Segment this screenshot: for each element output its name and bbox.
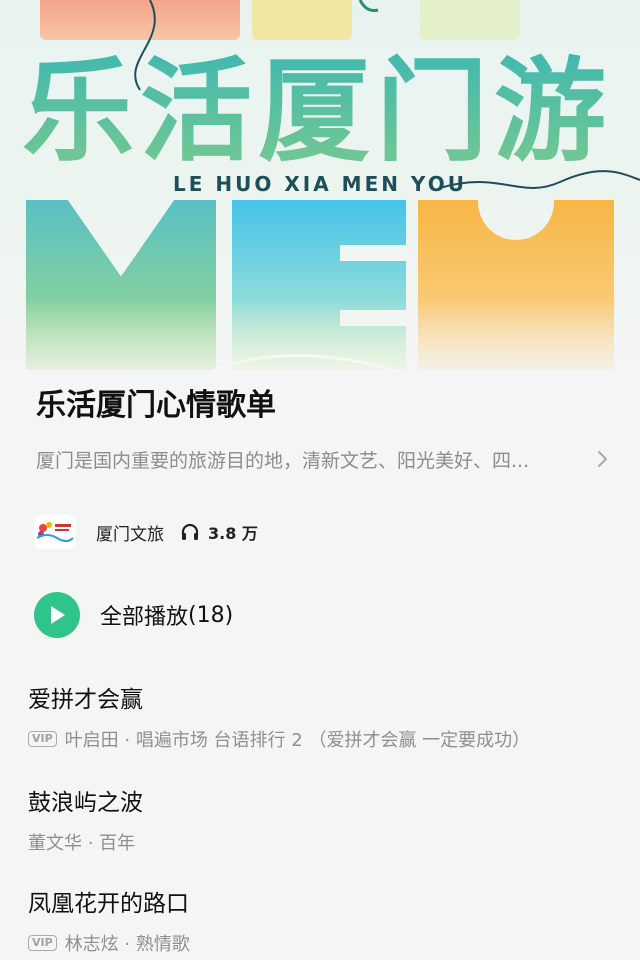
cover-title-art: 乐 活 厦 门 游	[22, 42, 622, 182]
song-meta-row: VIP 叶启田 · 唱遍市场 台语排行 2 （爱拼才会赢 一定要成功）	[28, 726, 628, 752]
song-item-3[interactable]: 凤凰花开的路口 VIP 林志炫 · 熟情歌	[28, 884, 628, 956]
cover-title-char-2: 活	[140, 47, 252, 177]
cover-title-char-1: 乐	[22, 47, 134, 177]
song-title: 凤凰花开的路口	[28, 891, 189, 917]
play-icon[interactable]	[34, 592, 80, 638]
song-item-2[interactable]: 鼓浪屿之波 董文华 · 百年	[28, 783, 628, 855]
cover-title-char-4: 门	[376, 47, 488, 177]
play-all-button[interactable]: 全部播放 (18)	[34, 591, 233, 639]
song-meta-row: 董文华 · 百年	[28, 829, 628, 855]
song-title: 爱拼才会赢	[28, 687, 143, 713]
cover-subtitle: LE HUO XIA MEN YOU	[173, 172, 467, 196]
playlist-description: 厦门是国内重要的旅游目的地，清新文艺、阳光美好、四...	[36, 449, 530, 472]
chevron-right-icon	[596, 450, 610, 468]
playlist-cover: 乐 活 厦 门 游 LE HUO XIA MEN YOU	[0, 0, 640, 440]
song-title: 鼓浪屿之波	[28, 790, 143, 816]
play-count: 3.8 万	[208, 524, 258, 543]
creator-name[interactable]: 厦门文旅	[96, 520, 164, 545]
creator-avatar[interactable]	[34, 515, 76, 549]
song-meta-row: VIP 林志炫 · 熟情歌	[28, 930, 628, 956]
vip-badge: VIP	[28, 935, 57, 951]
play-all-label: 全部播放	[100, 605, 189, 630]
cover-title-char-3: 厦	[258, 47, 370, 177]
playlist-title: 乐活厦门心情歌单	[36, 388, 276, 423]
playlist-description-row[interactable]: 厦门是国内重要的旅游目的地，清新文艺、阳光美好、四...	[36, 446, 616, 472]
cover-title-char-5: 游	[494, 47, 606, 177]
headphones-icon	[180, 523, 200, 541]
song-meta: 林志炫 · 熟情歌	[64, 934, 190, 955]
play-all-count: (18)	[188, 602, 234, 628]
vip-badge: VIP	[28, 731, 57, 747]
song-meta: 董文华 · 百年	[28, 833, 136, 854]
song-item-1[interactable]: 爱拼才会赢 VIP 叶启田 · 唱遍市场 台语排行 2 （爱拼才会赢 一定要成功…	[28, 680, 628, 752]
creator-row[interactable]: 厦门文旅 3.8 万	[34, 514, 258, 550]
song-meta: 叶启田 · 唱遍市场 台语排行 2 （爱拼才会赢 一定要成功）	[64, 730, 531, 751]
